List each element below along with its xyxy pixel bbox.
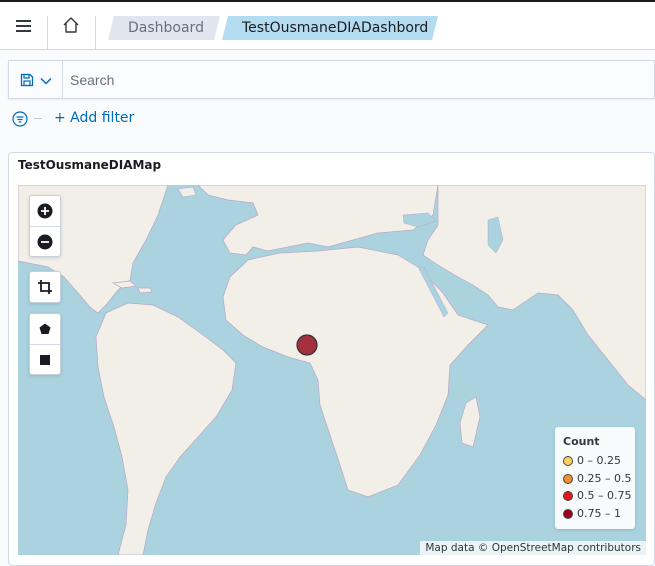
square-icon — [40, 355, 50, 365]
header-divider — [47, 16, 48, 50]
save-icon — [20, 73, 34, 87]
legend-title: Count — [563, 435, 600, 448]
land-south-america — [95, 302, 237, 555]
query-bar — [8, 60, 655, 99]
legend-item: 0.25 – 0.5 — [563, 470, 631, 488]
filter-icon — [12, 111, 28, 127]
world-basemap — [18, 185, 646, 555]
map-attribution[interactable]: Map data © OpenStreetMap contributors — [420, 541, 646, 555]
filter-options-button[interactable] — [12, 111, 28, 127]
draw-controls — [29, 313, 61, 375]
legend-item: 0.75 – 1 — [563, 505, 627, 523]
breadcrumb-dashboard[interactable]: Dashboard — [108, 16, 220, 40]
legend-swatch — [563, 491, 573, 501]
top-header-bar: Dashboard TestOusmaneDIADashbord — [0, 0, 655, 50]
legend-item-label: 0.75 – 1 — [577, 506, 621, 520]
filter-separator — [34, 118, 42, 119]
legend-swatch — [563, 473, 573, 484]
search-input[interactable] — [64, 61, 654, 98]
crop-icon — [38, 280, 52, 294]
legend-item-label: 0 – 0.25 — [577, 454, 621, 467]
zoom-controls — [29, 195, 61, 257]
land-africa — [222, 246, 489, 498]
minus-circle-icon — [37, 234, 53, 250]
chevron-down-icon — [40, 77, 52, 85]
land-asia — [422, 185, 646, 401]
menu-toggle-button[interactable] — [14, 17, 34, 35]
land-europe — [197, 185, 439, 256]
breadcrumb-current-dashboard: TestOusmaneDIADashbord — [222, 16, 438, 40]
map-data-point — [296, 334, 318, 356]
home-button[interactable] — [62, 16, 82, 36]
fit-bounds-control — [29, 271, 61, 303]
map-legend: Count 0 – 0.25 0.25 – 0.5 0.5 – 0.75 0.7… — [555, 427, 635, 529]
legend-swatch — [563, 456, 573, 466]
fit-data-bounds-button[interactable] — [30, 272, 60, 302]
polygon-icon — [39, 323, 51, 334]
plus-circle-icon — [37, 203, 53, 219]
draw-rectangle-button[interactable] — [30, 344, 60, 374]
map-viewport[interactable]: Count 0 – 0.25 0.25 – 0.5 0.5 – 0.75 0.7… — [18, 185, 646, 555]
legend-item: 0 – 0.25 — [563, 452, 627, 470]
zoom-out-button[interactable] — [30, 226, 60, 256]
header-divider — [95, 16, 96, 50]
legend-item-label: 0.5 – 0.75 — [577, 489, 632, 502]
saved-query-button[interactable] — [9, 61, 63, 98]
legend-item-label: 0.25 – 0.5 — [577, 471, 632, 485]
land-iceland — [177, 186, 197, 198]
map-panel: TestOusmaneDIAMap Count 0 – 0.25 0.25 – … — [8, 152, 655, 566]
legend-item: 0.5 – 0.75 — [563, 487, 631, 505]
legend-swatch — [563, 508, 573, 519]
land-madagascar — [459, 396, 481, 448]
hamburger-icon — [16, 20, 31, 22]
add-filter-button[interactable]: + Add filter — [54, 110, 134, 126]
zoom-in-button[interactable] — [30, 196, 60, 226]
draw-polygon-button[interactable] — [30, 314, 60, 344]
panel-title: TestOusmaneDIAMap — [18, 158, 162, 172]
home-icon — [63, 17, 79, 33]
